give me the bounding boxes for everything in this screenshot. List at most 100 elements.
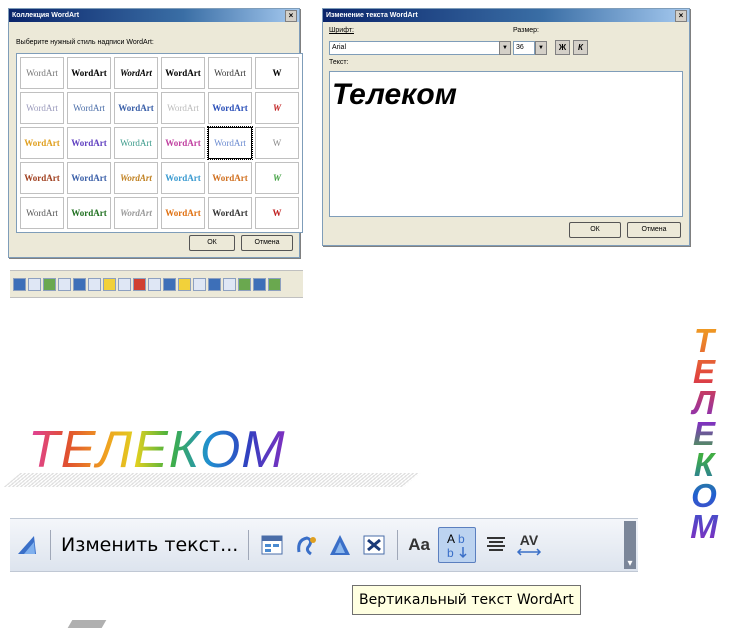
toolbar-icon[interactable] bbox=[73, 277, 86, 291]
edit-cancel-button[interactable]: Отмена bbox=[627, 222, 681, 238]
wordart-style-option[interactable]: WordArt bbox=[208, 162, 252, 194]
vertical-letter: Т bbox=[693, 322, 715, 359]
gallery-cancel-button[interactable]: Отмена bbox=[241, 235, 293, 251]
toolbar-icon[interactable] bbox=[58, 277, 71, 291]
bold-button[interactable]: Ж bbox=[555, 40, 570, 55]
toolbar-icon[interactable] bbox=[43, 277, 56, 291]
toolbar-icon[interactable] bbox=[223, 277, 236, 291]
toolbar-icon[interactable] bbox=[88, 277, 101, 291]
wordart-style-grid: WordArt WordArt WordArt WordArt WordArt W Word… bbox=[16, 53, 303, 233]
wordart-style-option[interactable]: WordArt bbox=[67, 162, 111, 194]
wordart-style-option[interactable]: WordArt bbox=[20, 127, 64, 159]
wordart-style-label: WordArt bbox=[165, 208, 201, 218]
chevron-down-icon[interactable]: ▼ bbox=[535, 41, 547, 55]
wordart-style-option[interactable]: WordArt bbox=[114, 162, 158, 194]
gallery-ok-button[interactable]: ОК bbox=[189, 235, 235, 251]
toolbar-icon[interactable] bbox=[13, 277, 26, 291]
wordart-gallery-dialog: Коллекция WordArt × Выберите нужный стил… bbox=[8, 8, 303, 258]
vertical-letter: О bbox=[691, 477, 717, 514]
wordart-style-option[interactable]: WordArt bbox=[67, 127, 111, 159]
wordart-style-option[interactable]: W bbox=[255, 57, 299, 89]
wordart-style-label: WordArt bbox=[26, 103, 58, 113]
vertical-letter: Л bbox=[692, 384, 716, 421]
font-label: Шрифт: bbox=[329, 27, 354, 34]
wordart-style-option[interactable]: WordArt bbox=[208, 92, 252, 124]
wordart-style-option[interactable]: WordArt bbox=[114, 197, 158, 229]
wordart-style-option[interactable]: WordArt bbox=[114, 127, 158, 159]
wordart-style-option[interactable]: W bbox=[255, 127, 299, 159]
wordart-vertical-text[interactable]: ТЕЛЕКОМ bbox=[683, 325, 725, 542]
toolbar-icon[interactable] bbox=[118, 277, 131, 291]
wordart-style-option[interactable]: WordArt bbox=[67, 57, 111, 89]
wordart-toolbar: Изменить текст... Aa Abb AV ▾ bbox=[10, 518, 638, 572]
vertical-letter: М bbox=[690, 508, 718, 545]
wordart-style-option[interactable]: W bbox=[255, 162, 299, 194]
text-area[interactable]: Телеком bbox=[329, 71, 683, 217]
edit-title: Изменение текста WordArt bbox=[326, 12, 418, 19]
toolbar-icon[interactable] bbox=[238, 277, 251, 291]
wordart-style-option[interactable]: WordArt bbox=[67, 92, 111, 124]
wordart-style-option[interactable]: WordArt bbox=[20, 197, 64, 229]
wordart-gallery-icon[interactable] bbox=[259, 528, 285, 562]
character-spacing-icon[interactable]: AV bbox=[516, 528, 542, 562]
font-select[interactable]: Arial bbox=[329, 41, 501, 55]
wordart-style-option[interactable]: WordArt bbox=[20, 57, 64, 89]
toolbar-icon[interactable] bbox=[208, 277, 221, 291]
wordart-style-option[interactable]: WordArt bbox=[208, 57, 252, 89]
insert-wordart-icon[interactable] bbox=[14, 528, 40, 562]
wordart-style-label: WordArt bbox=[214, 68, 246, 78]
wordart-style-label: WordArt bbox=[120, 138, 152, 148]
toolbar-icon[interactable] bbox=[103, 277, 116, 291]
wordart-style-option[interactable]: WordArt bbox=[161, 162, 205, 194]
toolbar-icon[interactable] bbox=[253, 277, 266, 291]
wordart-fragment bbox=[67, 620, 107, 628]
italic-button[interactable]: К bbox=[573, 40, 588, 55]
wordart-style-option[interactable]: WordArt bbox=[67, 197, 111, 229]
toolbar-icon[interactable] bbox=[133, 277, 146, 291]
wordart-style-label: WordArt bbox=[71, 68, 107, 78]
wordart-style-option[interactable]: WordArt bbox=[20, 162, 64, 194]
vertical-text-tooltip: Вертикальный текст WordArt bbox=[352, 585, 581, 615]
wordart-style-option[interactable]: WordArt bbox=[114, 92, 158, 124]
wordart-style-option[interactable]: WordArt bbox=[207, 126, 253, 160]
same-letter-heights-label: Aa bbox=[408, 535, 431, 554]
toolbar-icon[interactable] bbox=[28, 277, 41, 291]
toolbar-icon[interactable] bbox=[268, 277, 281, 291]
text-wrapping-icon[interactable] bbox=[361, 528, 387, 562]
toolbar-icon[interactable] bbox=[193, 277, 206, 291]
wordart-style-option[interactable]: WordArt bbox=[161, 197, 205, 229]
vertical-text-button[interactable]: Abb bbox=[438, 527, 477, 563]
svg-text:b: b bbox=[447, 546, 454, 560]
wordart-style-option[interactable]: WordArt bbox=[161, 127, 205, 159]
close-icon[interactable]: × bbox=[675, 10, 687, 22]
toolbar-icon[interactable] bbox=[148, 277, 161, 291]
wordart-horizontal-text[interactable]: ТЕЛЕКОМ bbox=[28, 420, 286, 480]
wordart-style-option[interactable]: WordArt bbox=[20, 92, 64, 124]
wordart-style-label: WordArt bbox=[24, 173, 60, 183]
toolbar-options-grip[interactable]: ▾ bbox=[624, 521, 636, 569]
edit-ok-button[interactable]: ОК bbox=[569, 222, 621, 238]
wordart-style-label: WordArt bbox=[165, 138, 201, 148]
chevron-down-icon[interactable]: ▼ bbox=[499, 41, 511, 55]
wordart-style-label: WordArt bbox=[24, 138, 60, 148]
edit-text-button[interactable]: Изменить текст... bbox=[61, 528, 238, 562]
wordart-style-option[interactable]: W bbox=[255, 197, 299, 229]
same-letter-heights-icon[interactable]: Aa bbox=[408, 528, 430, 562]
format-wordart-icon[interactable] bbox=[293, 528, 319, 562]
close-icon[interactable]: × bbox=[285, 10, 297, 22]
edit-text-label: Изменить текст... bbox=[61, 534, 239, 556]
edit-title-bar: Изменение текста WordArt × bbox=[323, 9, 689, 22]
wordart-style-option[interactable]: WordArt bbox=[161, 57, 205, 89]
wordart-style-label: WordArt bbox=[212, 103, 248, 113]
toolbar-icon[interactable] bbox=[178, 277, 191, 291]
wordart-style-option[interactable]: WordArt bbox=[161, 92, 205, 124]
toolbar-icon[interactable] bbox=[163, 277, 176, 291]
wordart-shape-icon[interactable] bbox=[327, 528, 353, 562]
character-spacing-label: AV bbox=[519, 532, 539, 548]
size-select[interactable]: 36 bbox=[513, 41, 535, 55]
wordart-style-option[interactable]: W bbox=[255, 92, 299, 124]
wordart-style-option[interactable]: WordArt bbox=[114, 57, 158, 89]
svg-text:b: b bbox=[458, 532, 465, 546]
wordart-style-option[interactable]: WordArt bbox=[208, 197, 252, 229]
align-text-icon[interactable] bbox=[484, 528, 508, 562]
